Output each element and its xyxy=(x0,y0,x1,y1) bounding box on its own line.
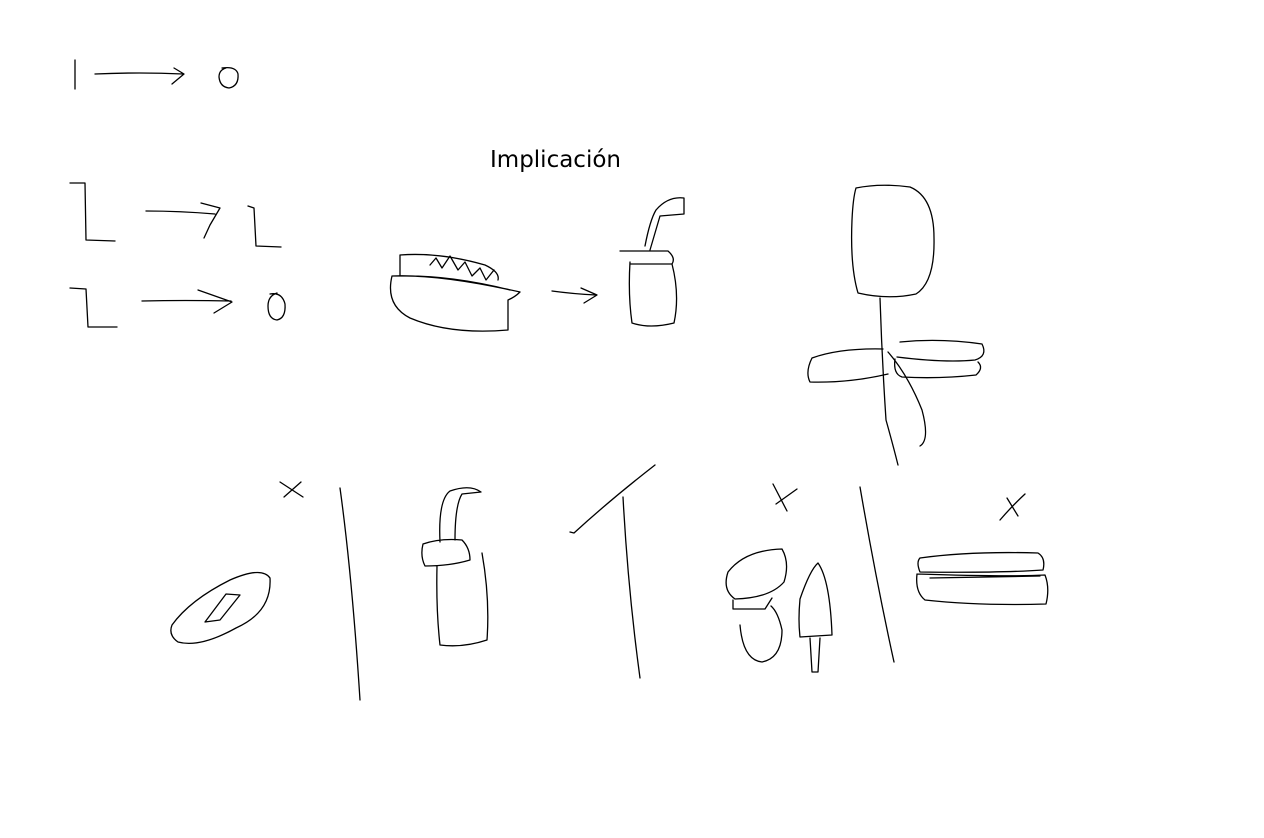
digit-zero xyxy=(267,292,286,321)
divider-line xyxy=(339,487,361,701)
arrow-icon xyxy=(551,287,598,304)
digit-one xyxy=(69,182,116,242)
drawing-canvas: Implicación xyxy=(0,0,1264,838)
root xyxy=(887,351,927,447)
check-mark-icon xyxy=(569,464,656,534)
drink-icon xyxy=(421,487,489,647)
arrow-icon xyxy=(94,67,185,85)
sketch-layer xyxy=(69,59,1049,701)
arrow-icon xyxy=(141,289,233,314)
digit-one xyxy=(247,205,282,248)
rule-1-to-1 xyxy=(69,182,282,248)
divider-line xyxy=(859,486,895,663)
drink-icon xyxy=(619,197,685,327)
digit-one xyxy=(69,287,118,328)
rule-1-to-0-second xyxy=(69,287,286,328)
stem xyxy=(879,297,899,466)
arrow-icon xyxy=(145,202,221,239)
choice-row xyxy=(170,464,1049,701)
cross-mark-icon xyxy=(279,481,304,498)
rule-1-to-0 xyxy=(74,59,239,90)
sandwich-icon xyxy=(916,551,1049,606)
flower-plant xyxy=(807,184,985,466)
digit-zero xyxy=(218,66,239,89)
divider-line xyxy=(622,496,641,679)
cross-mark-icon xyxy=(772,483,798,512)
leaf-right xyxy=(894,339,985,379)
oval-item-icon xyxy=(170,571,271,645)
popsicle-icon xyxy=(798,562,833,673)
flower-icon xyxy=(850,184,935,298)
sandwich-to-drink xyxy=(389,197,685,332)
leaf-left xyxy=(807,348,889,383)
ice-cream-icon xyxy=(725,548,788,663)
cross-mark-icon xyxy=(999,493,1026,521)
